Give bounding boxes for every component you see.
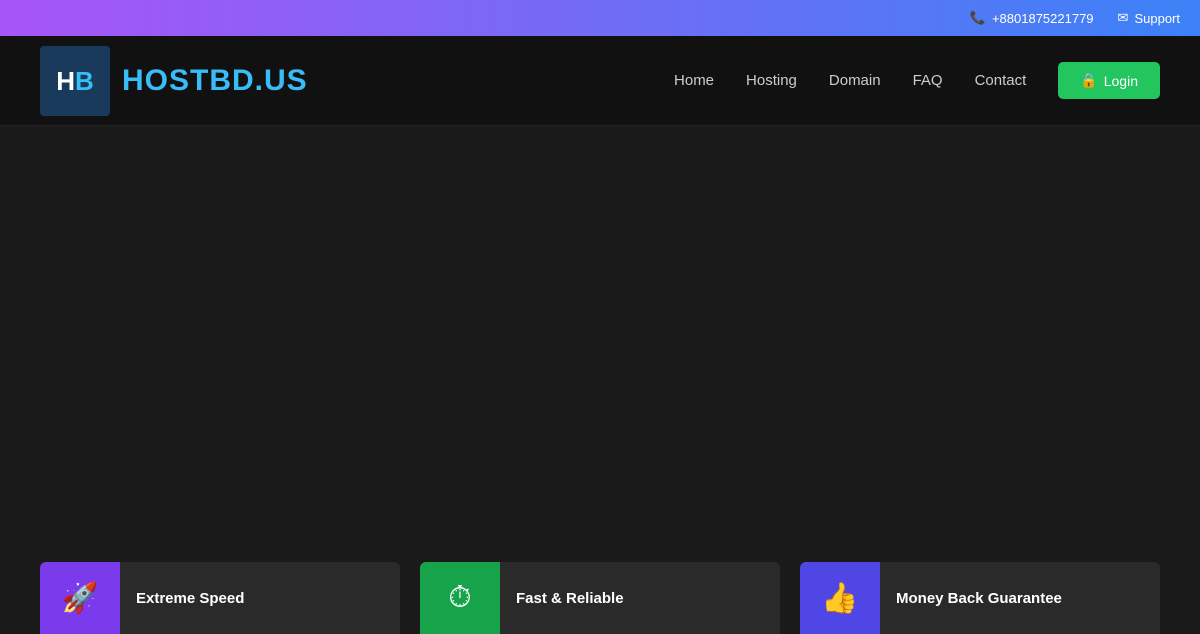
phone-number: +8801875221779: [992, 11, 1094, 26]
top-bar: 📞 +8801875221779 ✉ Support: [0, 0, 1200, 36]
moneyback-label: Money Back Guarantee: [880, 590, 1078, 607]
logo[interactable]: HB HOSTBD.US: [40, 46, 308, 116]
feature-card-reliable: ⏱ Fast & Reliable: [420, 562, 780, 634]
nav: Home Hosting Domain FAQ Contact 🔒 Login: [674, 62, 1160, 99]
logo-icon: HB: [40, 46, 110, 116]
speed-label: Extreme Speed: [120, 590, 260, 607]
brand-name: HOSTBD.US: [122, 64, 308, 98]
feature-cards: 🚀 Extreme Speed ⏱ Fast & Reliable 👍 Mone…: [0, 562, 1200, 634]
feature-card-speed: 🚀 Extreme Speed: [40, 562, 400, 634]
moneyback-icon: 👍: [800, 562, 880, 634]
nav-faq[interactable]: FAQ: [913, 72, 943, 89]
nav-hosting[interactable]: Hosting: [746, 72, 797, 89]
phone-contact[interactable]: 📞 +8801875221779: [970, 10, 1094, 26]
speed-icon: 🚀: [40, 562, 120, 634]
header: HB HOSTBD.US Home Hosting Domain FAQ Con…: [0, 36, 1200, 126]
support-label: Support: [1134, 11, 1180, 26]
reliable-icon: ⏱: [420, 562, 500, 634]
lock-icon: 🔒: [1080, 72, 1097, 89]
phone-icon: 📞: [970, 10, 986, 26]
login-label: Login: [1104, 73, 1138, 89]
reliable-label: Fast & Reliable: [500, 590, 640, 607]
page-wrapper: 📞 +8801875221779 ✉ Support HB HOSTBD.US …: [0, 0, 1200, 634]
feature-card-moneyback: 👍 Money Back Guarantee: [800, 562, 1160, 634]
nav-domain[interactable]: Domain: [829, 72, 881, 89]
email-icon: ✉: [1118, 10, 1129, 26]
support-contact[interactable]: ✉ Support: [1118, 10, 1180, 26]
nav-contact[interactable]: Contact: [975, 72, 1027, 89]
logo-icon-text: HB: [56, 68, 94, 94]
hero-section: [0, 126, 1200, 556]
login-button[interactable]: 🔒 Login: [1058, 62, 1160, 99]
nav-home[interactable]: Home: [674, 72, 714, 89]
